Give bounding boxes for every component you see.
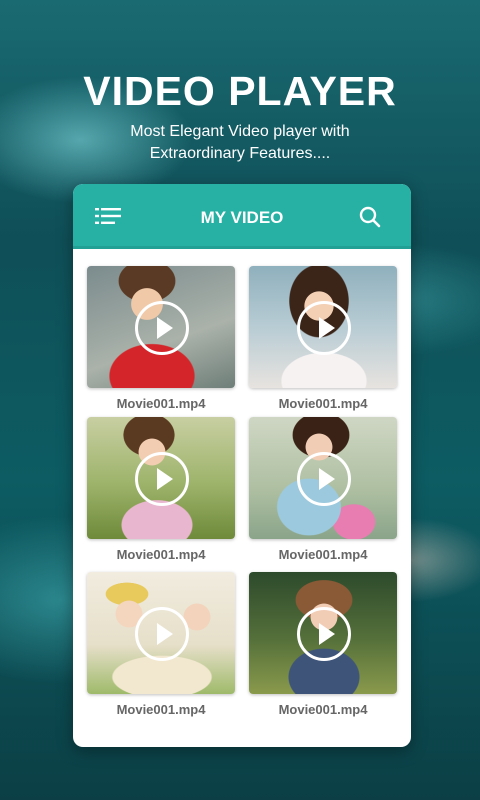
- play-icon[interactable]: [135, 301, 189, 355]
- video-item[interactable]: Movie001.mp4: [87, 572, 235, 717]
- app-bar: MY VIDEO: [73, 184, 411, 249]
- video-filename: Movie001.mp4: [278, 547, 368, 562]
- promo-subtitle-line1: Most Elegant Video player with: [130, 123, 350, 140]
- video-thumbnail[interactable]: [249, 572, 397, 694]
- play-icon[interactable]: [297, 607, 351, 661]
- video-thumbnail[interactable]: [87, 266, 235, 388]
- video-thumbnail[interactable]: [87, 417, 235, 539]
- video-filename: Movie001.mp4: [116, 396, 206, 411]
- play-icon[interactable]: [135, 607, 189, 661]
- video-item[interactable]: Movie001.mp4: [87, 266, 235, 411]
- video-item[interactable]: Movie001.mp4: [249, 417, 397, 562]
- phone-screen: MY VIDEO Movie001.mp4 Movie001.mp4 Movie…: [73, 184, 411, 747]
- video-thumbnail[interactable]: [249, 417, 397, 539]
- play-icon[interactable]: [135, 452, 189, 506]
- video-filename: Movie001.mp4: [116, 547, 206, 562]
- play-icon[interactable]: [297, 452, 351, 506]
- video-item[interactable]: Movie001.mp4: [87, 417, 235, 562]
- video-thumbnail[interactable]: [87, 572, 235, 694]
- play-icon[interactable]: [297, 301, 351, 355]
- video-thumbnail[interactable]: [249, 266, 397, 388]
- video-filename: Movie001.mp4: [278, 396, 368, 411]
- search-icon[interactable]: [359, 206, 381, 228]
- video-item[interactable]: Movie001.mp4: [249, 266, 397, 411]
- promo-subtitle: Most Elegant Video player with Extraordi…: [0, 121, 480, 165]
- video-item[interactable]: Movie001.mp4: [249, 572, 397, 717]
- video-filename: Movie001.mp4: [278, 702, 368, 717]
- promo-subtitle-line2: Extraordinary Features....: [149, 145, 331, 162]
- promo-headline: VIDEO PLAYER: [83, 68, 397, 114]
- video-filename: Movie001.mp4: [116, 702, 206, 717]
